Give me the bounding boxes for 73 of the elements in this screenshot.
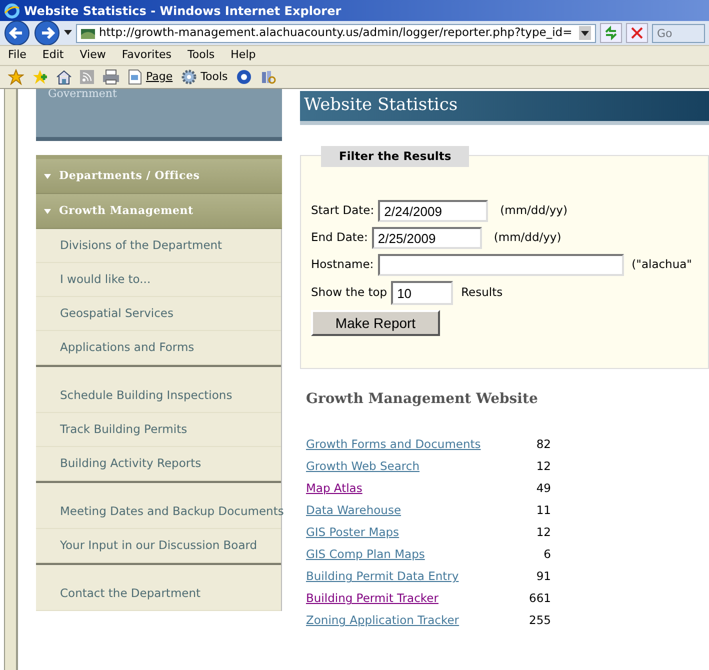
refresh-icon[interactable] — [600, 23, 622, 43]
visit-count: 661 — [529, 590, 551, 608]
research-icon[interactable] — [260, 69, 276, 85]
result-link[interactable]: Zoning Application Tracker — [306, 612, 460, 630]
dropdown-icon[interactable] — [64, 30, 72, 36]
start-date-field[interactable]: 2/24/2009 — [378, 200, 488, 222]
hostname-field[interactable] — [378, 254, 624, 276]
top-count-field[interactable]: 10 — [391, 281, 454, 305]
menu-item[interactable]: Favorites — [122, 47, 172, 64]
visit-count: 6 — [544, 546, 551, 564]
tools-menu-button[interactable]: Tools — [180, 68, 228, 86]
filter-legend: Filter the Results — [321, 146, 470, 168]
address-field[interactable]: http://growth-management.alachuacounty.us/admin/logger/reporter.php?type_id= — [76, 24, 596, 42]
result-link[interactable]: Growth Forms and Documents — [306, 436, 481, 454]
help-icon[interactable] — [236, 69, 252, 85]
menu-item[interactable]: Help — [230, 47, 256, 64]
page-title: Website Statistics — [304, 94, 458, 118]
page-menu-button[interactable]: Page — [128, 68, 173, 86]
add-favorite-icon[interactable] — [32, 69, 48, 85]
sidebar-link[interactable]: Building Activity Reports — [36, 447, 281, 481]
sidebar-link[interactable]: Geospatial Services — [36, 297, 281, 331]
date-format-hint: (mm/dd/yy) — [500, 202, 568, 220]
result-link[interactable]: GIS Poster Maps — [306, 524, 400, 542]
menu-item[interactable]: Tools — [188, 47, 215, 64]
close-icon[interactable] — [626, 23, 648, 43]
star-icon[interactable] — [8, 69, 24, 85]
result-link[interactable]: Building Permit Data Entry — [306, 568, 459, 586]
window-title: Website Statistics - Windows Internet Explorer — [24, 2, 342, 20]
sidebar-link[interactable]: Contact the Department — [36, 577, 281, 611]
sidebar-link[interactable]: Applications and Forms — [36, 331, 281, 365]
home-icon[interactable] — [56, 69, 72, 85]
sidebar-link[interactable]: Your Input in our Discussion Board — [36, 529, 281, 563]
sidebar-link[interactable]: Track Building Permits — [36, 413, 281, 447]
sidebar-link[interactable]: Divisions of the Department — [36, 229, 281, 263]
visit-count: 12 — [536, 458, 551, 476]
visit-count: 49 — [536, 480, 551, 498]
field-label: Results — [461, 284, 503, 302]
field-label: Start Date: — [311, 202, 374, 220]
field-label: Show the top — [311, 284, 388, 302]
sidebar-link[interactable]: Schedule Building Inspections — [36, 379, 281, 413]
menu-item[interactable]: File — [8, 47, 26, 64]
result-link[interactable]: Map Atlas — [306, 480, 362, 498]
page-icon — [81, 27, 95, 39]
gear-icon — [180, 69, 197, 85]
sidebar-section[interactable]: Growth Management — [36, 194, 282, 229]
hostname-hint: ("alachua" — [632, 256, 692, 274]
result-link[interactable]: GIS Comp Plan Maps — [306, 546, 425, 564]
visit-count: 91 — [536, 568, 551, 586]
forward-button[interactable] — [34, 20, 60, 46]
field-label: End Date: — [311, 229, 368, 246]
page-icon — [128, 69, 142, 85]
visit-count: 82 — [536, 436, 551, 454]
result-link[interactable]: Growth Web Search — [306, 458, 420, 476]
field-label: Hostname: — [311, 256, 374, 274]
end-date-field[interactable]: 2/25/2009 — [372, 227, 482, 249]
printer-icon[interactable] — [102, 69, 120, 85]
visit-count: 11 — [536, 502, 551, 520]
visit-count: 12 — [536, 524, 551, 542]
search-field[interactable]: Go — [652, 24, 705, 42]
section-heading: Growth Management Website — [306, 390, 539, 409]
result-link[interactable]: Building Permit Tracker — [306, 590, 438, 608]
browser-logo-icon — [4, 2, 20, 18]
menu-item[interactable]: Edit — [42, 47, 64, 64]
sidebar-section[interactable]: Departments / Offices — [36, 159, 282, 194]
sidebar-link[interactable]: I would like to... — [36, 263, 281, 297]
make-report-button[interactable]: Make Report — [311, 310, 440, 336]
sidebar-link[interactable]: Meeting Dates and Backup Documents — [36, 495, 281, 529]
result-link[interactable]: Data Warehouse — [306, 502, 402, 520]
menu-item[interactable]: View — [80, 47, 106, 64]
back-button[interactable] — [4, 20, 30, 46]
visit-count: 255 — [529, 612, 551, 630]
date-format-hint: (mm/dd/yy) — [494, 229, 562, 246]
dropdown-icon[interactable] — [579, 26, 591, 40]
